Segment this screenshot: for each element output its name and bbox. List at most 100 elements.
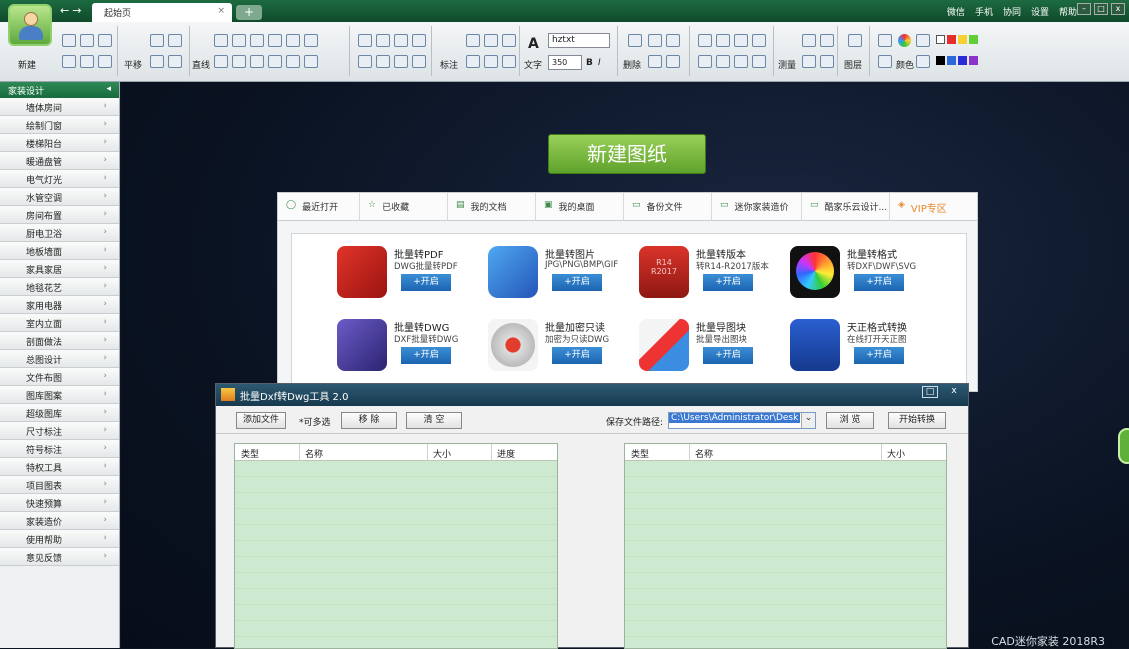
- col-name[interactable]: 名称: [305, 447, 323, 460]
- calc-icon[interactable]: [820, 55, 834, 68]
- diagonal-icon[interactable]: [304, 55, 318, 68]
- mirror-icon[interactable]: [734, 34, 748, 47]
- dim-linear-icon[interactable]: [466, 34, 480, 47]
- sidebar-item[interactable]: 尺寸标注 ›: [0, 422, 119, 440]
- eraser-icon[interactable]: [628, 34, 642, 47]
- sidebar-item[interactable]: 项目图表 ›: [0, 476, 119, 494]
- back-icon[interactable]: ←: [60, 4, 72, 17]
- zoom-in-icon[interactable]: [150, 34, 164, 47]
- arc-icon[interactable]: [232, 34, 246, 47]
- menu-wechat[interactable]: 微信: [947, 5, 965, 18]
- save-path-combobox[interactable]: C:\Users\Administrator\Desk ⌄: [668, 412, 816, 429]
- dim-diameter-icon[interactable]: [484, 55, 498, 68]
- dialog-restore-button[interactable]: □: [922, 386, 938, 398]
- line-button[interactable]: 直线: [192, 58, 210, 71]
- sidebar-item[interactable]: 特权工具 ›: [0, 458, 119, 476]
- table-icon[interactable]: [802, 55, 816, 68]
- enable-button[interactable]: +开启: [703, 274, 753, 291]
- swatch-red[interactable]: [947, 35, 956, 44]
- sidebar-item[interactable]: 家装造价 ›: [0, 512, 119, 530]
- clear-button[interactable]: 清 空: [406, 412, 462, 429]
- tab-vip[interactable]: ◈ VIP专区: [890, 193, 977, 221]
- hexagon-icon[interactable]: [232, 55, 246, 68]
- font-select[interactable]: hztxt: [548, 33, 610, 48]
- tab-my-documents[interactable]: ▤ 我的文档: [448, 193, 536, 221]
- enable-button[interactable]: +开启: [401, 347, 451, 364]
- color-button[interactable]: 颜色: [896, 58, 914, 71]
- sidebar-item[interactable]: 厨电卫浴 ›: [0, 224, 119, 242]
- tab-kujiale[interactable]: ▭ 酷家乐云设计...: [802, 193, 890, 221]
- forward-icon[interactable]: →: [72, 4, 84, 17]
- grid-icon[interactable]: [752, 55, 766, 68]
- area-icon[interactable]: [802, 34, 816, 47]
- extend-icon[interactable]: [376, 34, 390, 47]
- pan-button[interactable]: 平移: [124, 58, 142, 71]
- sidebar-item[interactable]: 电气灯光 ›: [0, 170, 119, 188]
- sidebar-item[interactable]: 墙体房间 ›: [0, 98, 119, 116]
- bold-icon[interactable]: B: [586, 58, 593, 68]
- sidebar-item[interactable]: 绘制门窗 ›: [0, 116, 119, 134]
- lineweight-icon[interactable]: [878, 55, 892, 68]
- enable-button[interactable]: +开启: [401, 274, 451, 291]
- rotate-icon[interactable]: [716, 34, 730, 47]
- source-file-table[interactable]: 类型 名称 大小 进度: [234, 443, 558, 649]
- col-name[interactable]: 名称: [695, 447, 713, 460]
- swatch-white[interactable]: [936, 35, 945, 44]
- trim-icon[interactable]: [358, 34, 372, 47]
- export-icon[interactable]: [80, 55, 94, 68]
- zoom-out-icon[interactable]: [168, 34, 182, 47]
- pen-icon[interactable]: [820, 34, 834, 47]
- maximize-button[interactable]: □: [1094, 3, 1108, 15]
- enable-button[interactable]: +开启: [552, 347, 602, 364]
- copy-icon[interactable]: [648, 34, 662, 47]
- enable-button[interactable]: +开启: [703, 347, 753, 364]
- rect-icon[interactable]: [250, 34, 264, 47]
- dim-angle-icon[interactable]: [484, 34, 498, 47]
- sidebar-item[interactable]: 家用电器 ›: [0, 296, 119, 314]
- col-size[interactable]: 大小: [887, 447, 905, 460]
- layer-prop-icon[interactable]: [916, 55, 930, 68]
- sidebar-item[interactable]: 文件布图 ›: [0, 368, 119, 386]
- sidebar-item[interactable]: 超级图库 ›: [0, 404, 119, 422]
- measure-button[interactable]: 测量: [778, 58, 796, 71]
- array-icon[interactable]: [716, 55, 730, 68]
- swatch-yellow[interactable]: [958, 35, 967, 44]
- col-size[interactable]: 大小: [433, 447, 451, 460]
- swatch-blue[interactable]: [947, 56, 956, 65]
- offset-icon[interactable]: [394, 34, 408, 47]
- palette-icon[interactable]: [916, 34, 930, 47]
- insert-icon[interactable]: [376, 55, 390, 68]
- enable-button[interactable]: +开启: [854, 347, 904, 364]
- ellipse-icon[interactable]: [286, 34, 300, 47]
- plot-icon[interactable]: [98, 55, 112, 68]
- app-logo-avatar[interactable]: [8, 4, 52, 46]
- fillet-icon[interactable]: [412, 34, 426, 47]
- italic-icon[interactable]: I: [598, 58, 601, 68]
- cut-icon[interactable]: [666, 34, 680, 47]
- enable-button[interactable]: +开启: [854, 274, 904, 291]
- sidebar-item[interactable]: 室内立面 ›: [0, 314, 119, 332]
- dim-radius-icon[interactable]: [466, 55, 480, 68]
- fill-icon[interactable]: [412, 55, 426, 68]
- swatch-green[interactable]: [969, 35, 978, 44]
- match-prop-icon[interactable]: [666, 55, 680, 68]
- triangle-icon[interactable]: [214, 55, 228, 68]
- trapezoid-icon[interactable]: [286, 55, 300, 68]
- side-tab-handle[interactable]: [1118, 428, 1129, 464]
- curve-icon[interactable]: [268, 55, 282, 68]
- add-file-button[interactable]: 添加文件: [236, 412, 286, 429]
- font-size-select[interactable]: 350: [548, 55, 582, 70]
- block-icon[interactable]: [358, 55, 372, 68]
- output-file-table[interactable]: 类型 名称 大小: [624, 443, 947, 649]
- tab-favorites[interactable]: ☆ 已收藏: [360, 193, 448, 221]
- zoom-window-icon[interactable]: [150, 55, 164, 68]
- menu-phone[interactable]: 手机: [975, 5, 993, 18]
- menu-help[interactable]: 帮助: [1059, 5, 1077, 18]
- sidebar-item[interactable]: 地毯花艺 ›: [0, 278, 119, 296]
- layers-icon[interactable]: [848, 34, 862, 47]
- print-icon[interactable]: [62, 55, 76, 68]
- start-convert-button[interactable]: 开始转换: [888, 412, 946, 429]
- sidebar-item[interactable]: 暖通盘管 ›: [0, 152, 119, 170]
- sidebar-item[interactable]: 家具家居 ›: [0, 260, 119, 278]
- swatch-black[interactable]: [936, 56, 945, 65]
